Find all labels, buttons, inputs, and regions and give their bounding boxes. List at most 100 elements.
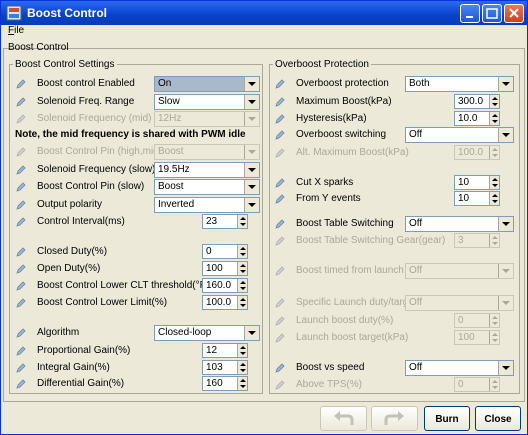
spinner-icon[interactable] [489, 95, 499, 108]
boost-enabled-combo[interactable]: On [154, 76, 260, 92]
table-switching-combo[interactable]: Off [405, 216, 514, 232]
algorithm-label: Algorithm [37, 327, 80, 338]
boost-settings-title: Boost Control Settings [13, 59, 117, 70]
spinner-icon[interactable] [489, 378, 499, 391]
max-boost-field[interactable]: 300.0 [454, 94, 500, 109]
vs-speed-combo[interactable]: Off [405, 360, 514, 376]
chevron-down-icon [498, 128, 513, 142]
vs-speed-label: Boost vs speed [296, 362, 365, 373]
close-window-button[interactable] [504, 4, 524, 23]
interval-value: 23 [206, 216, 218, 227]
solenoid-range-value: Slow [158, 96, 180, 107]
undo-button[interactable] [320, 406, 367, 431]
spinner-icon[interactable] [489, 234, 499, 247]
pencil-icon [16, 281, 26, 291]
pencil-icon [275, 130, 285, 140]
above-tps-value: 0 [458, 379, 464, 390]
pencil-icon [275, 97, 285, 107]
solenoid-slow-combo[interactable]: 19.5Hz [154, 162, 260, 178]
redo-button[interactable] [371, 406, 418, 431]
spinner-icon[interactable] [237, 279, 247, 292]
spinner-icon[interactable] [237, 245, 247, 258]
maximize-button[interactable] [482, 4, 502, 23]
table-gear-field[interactable]: 3 [454, 233, 500, 248]
launch-target-value: 100 [458, 332, 475, 343]
timed-launch-combo[interactable]: Off [405, 263, 514, 279]
burn-button[interactable]: Burn [424, 406, 470, 431]
clt-threshold-field[interactable]: 160.0 [202, 278, 248, 293]
solenoid-range-combo[interactable]: Slow [154, 94, 260, 110]
pencil-icon [16, 264, 26, 274]
solenoid-mid-combo[interactable]: 12Hz [154, 111, 260, 127]
spinner-icon[interactable] [237, 215, 247, 228]
redo-icon [384, 411, 404, 425]
closed-duty-field[interactable]: 0 [202, 244, 248, 259]
spinner-icon[interactable] [489, 176, 499, 189]
closed-duty-label: Closed Duty(%) [37, 246, 108, 257]
spinner-icon[interactable] [237, 377, 247, 390]
p-gain-value: 12 [206, 345, 218, 356]
specific-launch-label: Specific Launch duty/target [296, 297, 417, 308]
algorithm-combo[interactable]: Closed-loop [154, 325, 260, 341]
from-y-field[interactable]: 10 [454, 191, 500, 206]
cut-x-field[interactable]: 10 [454, 175, 500, 190]
spinner-icon[interactable] [489, 146, 499, 159]
spinner-icon[interactable] [237, 361, 247, 374]
minimize-icon [466, 16, 473, 18]
table-gear-value: 3 [458, 235, 464, 246]
i-gain-field[interactable]: 103 [202, 360, 248, 375]
chevron-down-icon [498, 77, 513, 91]
interval-field[interactable]: 23 [202, 214, 248, 229]
alt-max-field[interactable]: 100.0 [454, 145, 500, 160]
above-tps-field[interactable]: 0 [454, 377, 500, 392]
close-button-label: Close [484, 414, 512, 425]
chevron-down-icon [244, 163, 259, 177]
overboost-combo[interactable]: Both [405, 76, 514, 92]
pencil-icon [16, 97, 26, 107]
ob-switching-label: Overboost switching [296, 129, 387, 140]
boost-control-window: Boost Control File Boost Control Boost C… [0, 0, 528, 435]
launch-target-field[interactable]: 100 [454, 330, 500, 345]
burn-button-label: Burn [435, 414, 459, 425]
polarity-combo[interactable]: Inverted [154, 197, 260, 213]
solenoid-slow-value: 19.5Hz [158, 164, 190, 175]
pin-highmid-combo[interactable]: Boost [154, 144, 260, 160]
pin-slow-combo[interactable]: Boost [154, 179, 260, 195]
specific-launch-combo[interactable]: Off [405, 295, 514, 311]
hysteresis-field[interactable]: 10.0 [454, 111, 500, 126]
p-gain-field[interactable]: 12 [202, 343, 248, 358]
pencil-icon [16, 217, 26, 227]
pencil-icon [275, 114, 285, 124]
open-duty-field[interactable]: 100 [202, 261, 248, 276]
spinner-icon[interactable] [489, 192, 499, 205]
menu-file[interactable]: File [8, 25, 24, 36]
d-gain-field[interactable]: 160 [202, 376, 248, 391]
spinner-icon[interactable] [489, 112, 499, 125]
boost-enabled-label: Boost control Enabled [37, 78, 135, 89]
pin-slow-value: Boost [158, 181, 184, 192]
spinner-icon[interactable] [237, 344, 247, 357]
cut-x-label: Cut X sparks [296, 177, 354, 188]
d-gain-label: Differential Gain(%) [37, 378, 125, 389]
clt-threshold-value: 160.0 [206, 280, 232, 291]
minimize-button[interactable] [460, 4, 480, 23]
pencil-icon [16, 147, 26, 157]
ob-switching-combo[interactable]: Off [405, 127, 514, 143]
lower-limit-field[interactable]: 100.0 [202, 295, 248, 310]
max-boost-value: 300.0 [458, 96, 484, 107]
close-button[interactable]: Close [475, 406, 521, 431]
spinner-icon[interactable] [237, 296, 247, 309]
chevron-down-icon [498, 296, 513, 310]
clt-threshold-label: Boost Control Lower CLT threshold(°F) [37, 280, 210, 291]
alt-max-label: Alt. Maximum Boost(kPa) [296, 147, 409, 158]
spinner-icon[interactable] [489, 314, 499, 327]
overboost-value: Both [409, 78, 430, 89]
overboost-label: Overboost protection [296, 78, 389, 89]
vs-speed-value: Off [409, 362, 423, 373]
chevron-down-icon [498, 264, 513, 278]
maximize-icon [486, 8, 498, 19]
lower-limit-value: 100.0 [206, 297, 232, 308]
spinner-icon[interactable] [489, 331, 499, 344]
spinner-icon[interactable] [237, 262, 247, 275]
launch-duty-field[interactable]: 0 [454, 313, 500, 328]
